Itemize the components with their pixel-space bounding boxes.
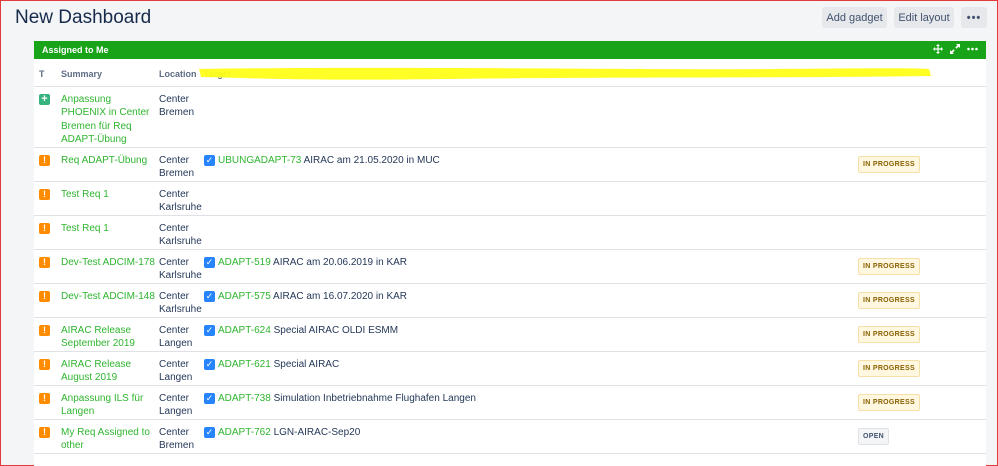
task-checkbox-icon: ✓: [204, 256, 215, 268]
issue-location: Center Bremen: [159, 426, 195, 452]
target-issue-link[interactable]: ADAPT-621: [218, 359, 271, 370]
more-icon[interactable]: [967, 44, 978, 57]
target-summary: Special AIRAC OLDI ESMM: [273, 324, 399, 336]
task-checkbox-icon: ✓: [204, 290, 215, 302]
task-checkbox-icon: ✓: [204, 154, 215, 166]
more-options-button[interactable]: •••: [961, 7, 987, 28]
expand-icon[interactable]: [950, 43, 960, 57]
page-title: New Dashboard: [15, 7, 152, 28]
target-cell: ✓ ADAPT-519 AIRAC am 20.06.2019 in KAR: [204, 256, 858, 270]
target-issue-link[interactable]: ADAPT-519: [218, 257, 271, 268]
issue-location: Center Karlsruhe: [159, 290, 202, 316]
requirement-icon: !: [39, 256, 50, 268]
table-header-row: T Summary Location Target: [34, 59, 986, 87]
target-summary: Simulation Inbetriebnahme Flughafen Lang…: [273, 392, 476, 404]
status-badge: IN PROGRESS: [858, 325, 920, 343]
requirement-icon: !: [39, 188, 50, 200]
target-cell: ✓ ADAPT-738 Simulation Inbetriebnahme Flu…: [204, 392, 858, 406]
table-row[interactable]: ! Test Req 1 Center Karlsruhe: [34, 181, 986, 216]
issue-summary-link[interactable]: AIRAC Release August 2019: [61, 359, 131, 384]
status-badge: IN PROGRESS: [858, 291, 920, 309]
target-summary: Special AIRAC: [273, 358, 340, 370]
issues-table: T Summary Location Target + Anpassung PHO…: [34, 59, 986, 454]
target-summary: AIRAC am 20.06.2019 in KAR: [273, 256, 408, 268]
target-cell: ✓ ADAPT-575 AIRAC am 16.07.2020 in KAR: [204, 290, 858, 304]
requirement-icon: !: [39, 154, 50, 166]
target-cell: ✓ UBUNGADAPT-73 AIRAC am 21.05.2020 in MU…: [204, 154, 858, 168]
task-checkbox-icon: ✓: [204, 392, 215, 404]
table-row[interactable]: ! AIRAC Release September 2019 Center Lang…: [34, 317, 986, 352]
target-summary: LGN-AIRAC-Sep20: [273, 426, 361, 438]
issue-location: Center Langen: [159, 392, 193, 418]
task-checkbox-icon: ✓: [204, 324, 215, 336]
requirement-icon: !: [39, 222, 50, 234]
status-badge: IN PROGRESS: [858, 257, 920, 275]
add-gadget-button[interactable]: Add gadget: [822, 7, 887, 28]
requirement-icon: !: [39, 426, 50, 438]
status-badge: IN PROGRESS: [858, 359, 920, 377]
table-row[interactable]: + Anpassung PHOENIX in Center Bremen für …: [34, 86, 986, 148]
requirement-icon: !: [39, 324, 50, 336]
issue-summary-link[interactable]: Dev-Test ADCIM-148: [61, 291, 155, 302]
task-checkbox-icon: ✓: [204, 426, 215, 438]
target-issue-link[interactable]: ADAPT-624: [218, 325, 271, 336]
table-row[interactable]: ! AIRAC Release August 2019 Center Langen ✓…: [34, 351, 986, 386]
target-issue-link[interactable]: ADAPT-762: [218, 427, 271, 438]
target-summary: AIRAC am 16.07.2020 in KAR: [273, 290, 408, 302]
gadget-title: Assigned to Me: [42, 45, 109, 55]
issue-summary-link[interactable]: AIRAC Release September 2019: [61, 325, 135, 350]
issue-location: Center Bremen: [159, 154, 195, 180]
column-header-type[interactable]: T: [34, 59, 58, 87]
issue-location: Center Karlsruhe: [159, 256, 202, 282]
issue-summary-link[interactable]: Dev-Test ADCIM-178: [61, 257, 155, 268]
new-feature-icon: +: [39, 93, 50, 105]
table-row[interactable]: ! Req ADAPT-Übung Center Bremen ✓ UBUNGADAPT…: [34, 147, 986, 182]
target-cell: ✓ ADAPT-624 Special AIRAC OLDI ESMM: [204, 324, 858, 338]
column-header-summary[interactable]: Summary: [58, 59, 156, 87]
issue-location: Center Langen: [159, 324, 193, 350]
issue-summary-link[interactable]: Test Req 1: [61, 223, 109, 234]
column-header-location[interactable]: Location: [156, 59, 204, 87]
issue-summary-link[interactable]: Anpassung ILS für Langen: [61, 393, 143, 418]
table-row[interactable]: ! Test Req 1 Center Karlsruhe: [34, 215, 986, 250]
target-issue-link[interactable]: ADAPT-575: [218, 291, 271, 302]
issue-location: Center Langen: [159, 358, 193, 384]
assigned-to-me-gadget: Assigned to Me T Summary Location Target…: [34, 41, 986, 466]
requirement-icon: !: [39, 358, 50, 370]
table-row[interactable]: ! Anpassung ILS für Langen Center Langen ✓ A…: [34, 385, 986, 420]
table-row[interactable]: ! Dev-Test ADCIM-178 Center Karlsruhe ✓ ADAP…: [34, 249, 986, 284]
requirement-icon: !: [39, 392, 50, 404]
table-row[interactable]: ! Dev-Test ADCIM-148 Center Karlsruhe ✓ ADAP…: [34, 283, 986, 318]
table-row[interactable]: ! My Req Assigned to other Center Bremen ✓ A…: [34, 419, 986, 454]
issue-location: Center Karlsruhe: [159, 188, 202, 214]
issue-summary-link[interactable]: Anpassung PHOENIX in Center Bremen für R…: [61, 94, 149, 146]
target-cell: ✓ ADAPT-762 LGN-AIRAC-Sep20: [204, 426, 858, 440]
dashboard-header: New Dashboard Add gadget Edit layout •••: [1, 1, 997, 35]
issue-summary-link[interactable]: My Req Assigned to other: [61, 427, 150, 452]
target-issue-link[interactable]: ADAPT-738: [218, 393, 271, 404]
status-badge: IN PROGRESS: [858, 393, 920, 411]
issue-location: Center Bremen: [159, 93, 195, 119]
issue-summary-link[interactable]: Req ADAPT-Übung: [61, 155, 147, 166]
column-header-status: [858, 59, 986, 87]
task-checkbox-icon: ✓: [204, 358, 215, 370]
requirement-icon: !: [39, 290, 50, 302]
status-badge: IN PROGRESS: [858, 155, 920, 173]
issue-summary-link[interactable]: Test Req 1: [61, 189, 109, 200]
gadget-header: Assigned to Me: [34, 41, 986, 59]
target-issue-link[interactable]: UBUNGADAPT-73: [218, 155, 301, 166]
gadget-actions: [933, 43, 978, 57]
edit-layout-button[interactable]: Edit layout: [894, 7, 954, 28]
column-header-target[interactable]: Target: [204, 59, 858, 87]
issue-location: Center Karlsruhe: [159, 222, 202, 248]
target-summary: AIRAC am 21.05.2020 in MUC: [303, 154, 440, 166]
status-badge: OPEN: [858, 427, 890, 445]
move-icon[interactable]: [933, 43, 943, 57]
target-cell: ✓ ADAPT-621 Special AIRAC: [204, 358, 858, 372]
